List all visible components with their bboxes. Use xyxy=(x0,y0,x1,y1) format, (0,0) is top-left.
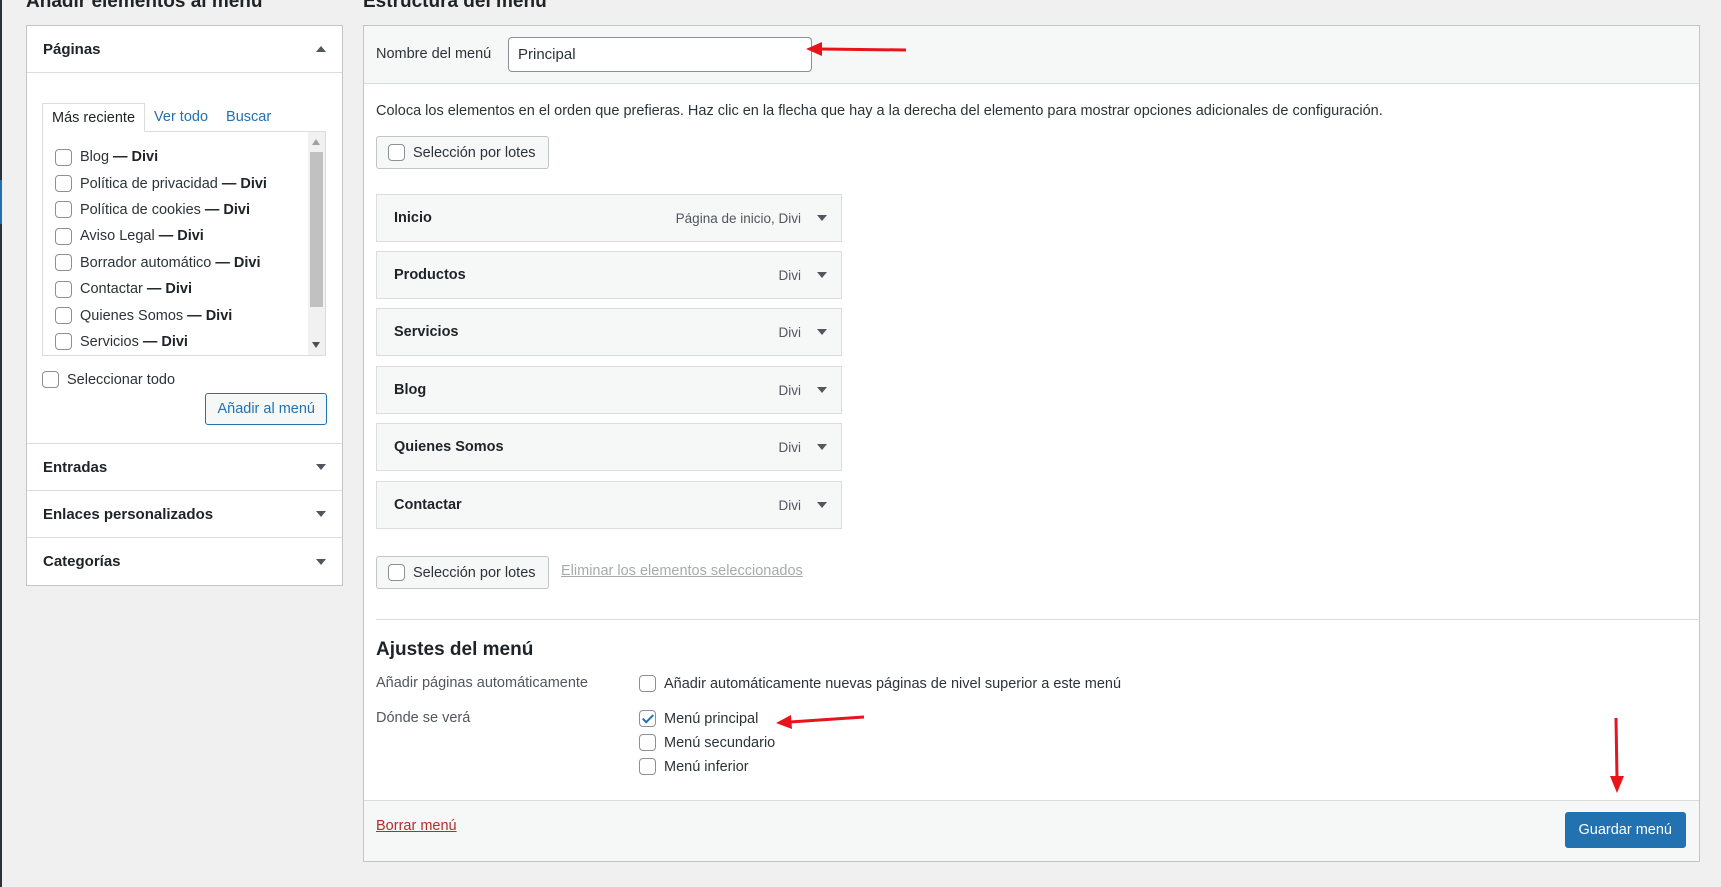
accordion-pages-body: Más reciente Ver todo Buscar Blog — Divi … xyxy=(27,73,342,444)
menu-name-bar: Nombre del menú Principal xyxy=(364,26,1699,84)
page-checkbox[interactable] xyxy=(55,227,72,245)
pages-scrollbar[interactable] xyxy=(308,132,325,355)
expand-arrow-icon[interactable] xyxy=(817,272,827,278)
menu-name-input[interactable]: Principal xyxy=(508,37,812,72)
tab-search[interactable]: Buscar xyxy=(217,103,280,132)
admin-sidebar-active-edge xyxy=(0,180,2,224)
menu-item-title: Servicios xyxy=(394,324,459,340)
divider xyxy=(376,619,1698,620)
menu-item-type: Divi xyxy=(778,440,802,455)
left-heading: Añadir elementos al menú xyxy=(26,0,263,12)
select-all-checkbox[interactable] xyxy=(42,371,59,388)
expand-arrow-icon[interactable] xyxy=(316,558,326,565)
list-item[interactable]: Aviso Legal — Divi xyxy=(55,223,267,249)
auto-add-label: Añadir páginas automáticamente xyxy=(376,675,588,691)
menu-structure-panel: Nombre del menú Principal Coloca los ele… xyxy=(363,25,1700,862)
page-checkbox[interactable] xyxy=(55,175,72,193)
menu-item[interactable]: Quienes Somos Divi xyxy=(376,423,842,471)
menu-item-type: Divi xyxy=(778,325,802,340)
menu-item-type: Divi xyxy=(778,268,802,283)
collapse-arrow-icon[interactable] xyxy=(316,46,326,52)
tab-view-all[interactable]: Ver todo xyxy=(145,103,217,132)
accordion-categories-header[interactable]: Categorías xyxy=(27,538,342,585)
page-checkbox[interactable] xyxy=(55,201,72,219)
delete-menu-link[interactable]: Borrar menú xyxy=(376,818,457,834)
list-item[interactable]: Borrador automático — Divi xyxy=(55,250,267,276)
page-checkbox[interactable] xyxy=(55,280,72,298)
location-primary[interactable]: Menú principal xyxy=(639,710,758,727)
location-secondary-checkbox[interactable] xyxy=(639,734,656,751)
menu-item-type: Página de inicio, Divi xyxy=(675,211,801,226)
menu-item[interactable]: Inicio Página de inicio, Divi xyxy=(376,194,842,242)
expand-arrow-icon[interactable] xyxy=(817,387,827,393)
menu-item-title: Blog xyxy=(394,382,427,398)
menu-item-title: Quienes Somos xyxy=(394,439,504,455)
expand-arrow-icon[interactable] xyxy=(817,502,827,508)
list-item[interactable]: Política de cookies — Divi xyxy=(55,197,267,223)
menu-name-label: Nombre del menú xyxy=(376,46,492,62)
accordion-posts-header[interactable]: Entradas xyxy=(27,444,342,491)
list-item[interactable]: Servicios — Divi xyxy=(55,329,267,355)
expand-arrow-icon[interactable] xyxy=(817,444,827,450)
page-checkbox[interactable] xyxy=(55,148,72,166)
menu-item-title: Contactar xyxy=(394,497,462,513)
tab-most-recent[interactable]: Más reciente xyxy=(42,103,146,132)
save-menu-button[interactable]: Guardar menú xyxy=(1564,812,1686,848)
auto-add-option[interactable]: Añadir automáticamente nuevas páginas de… xyxy=(639,675,1121,692)
expand-arrow-icon[interactable] xyxy=(817,329,827,335)
menu-item-type: Divi xyxy=(778,498,802,513)
pages-checklist: Blog — Divi Política de privacidad — Divi … xyxy=(55,144,267,355)
bulk-select-checkbox[interactable] xyxy=(388,564,405,581)
location-footer-checkbox[interactable] xyxy=(639,758,656,775)
menu-settings-title: Ajustes del menú xyxy=(376,639,534,660)
location-label: Dónde se verá xyxy=(376,710,471,726)
page-checkbox[interactable] xyxy=(55,254,72,272)
menu-item-title: Inicio xyxy=(394,210,432,226)
bulk-select-checkbox[interactable] xyxy=(388,144,405,161)
location-footer[interactable]: Menú inferior xyxy=(639,758,749,775)
select-all[interactable]: Seleccionar todo xyxy=(42,371,175,388)
menu-footer-bar: Borrar menú Guardar menú xyxy=(364,800,1699,861)
menu-item[interactable]: Productos Divi xyxy=(376,251,842,299)
location-primary-checkbox[interactable] xyxy=(639,710,656,727)
scroll-down-icon[interactable] xyxy=(312,342,320,348)
add-menu-items-panel: Páginas Más reciente Ver todo Buscar Blo… xyxy=(26,25,343,586)
accordion-pages-title: Páginas xyxy=(43,40,101,58)
list-item[interactable]: Quienes Somos — Divi xyxy=(55,302,267,328)
bulk-select-button[interactable]: Selección por lotes xyxy=(376,136,549,169)
accordion-pages-header[interactable]: Páginas xyxy=(27,26,342,73)
menu-item-type: Divi xyxy=(778,383,802,398)
menu-item[interactable]: Blog Divi xyxy=(376,366,842,414)
expand-arrow-icon[interactable] xyxy=(316,511,326,517)
auto-add-checkbox[interactable] xyxy=(639,675,656,692)
pages-tabs: Más reciente Ver todo Buscar xyxy=(42,103,280,132)
scroll-up-icon[interactable] xyxy=(312,139,320,145)
menu-item[interactable]: Servicios Divi xyxy=(376,308,842,356)
right-heading: Estructura del menú xyxy=(363,0,547,12)
add-to-menu-button[interactable]: Añadir al menú xyxy=(205,393,327,425)
menu-item-title: Productos xyxy=(394,267,466,283)
pages-list-panel: Blog — Divi Política de privacidad — Divi … xyxy=(42,131,326,356)
location-secondary[interactable]: Menú secundario xyxy=(639,734,775,751)
delete-selected-link[interactable]: Eliminar los elementos seleccionados xyxy=(561,563,803,579)
list-item[interactable]: Blog — Divi xyxy=(55,144,267,170)
list-item[interactable]: Contactar — Divi xyxy=(55,276,267,302)
list-item[interactable]: Política de privacidad — Divi xyxy=(55,170,267,196)
expand-arrow-icon[interactable] xyxy=(817,215,827,221)
accordion-custom-links-header[interactable]: Enlaces personalizados xyxy=(27,491,342,538)
page-checkbox[interactable] xyxy=(55,307,72,325)
expand-arrow-icon[interactable] xyxy=(316,464,326,470)
menu-item[interactable]: Contactar Divi xyxy=(376,481,842,529)
admin-sidebar-edge xyxy=(0,0,2,887)
menu-instructions: Coloca los elementos en el orden que pre… xyxy=(376,103,1383,119)
page-checkbox[interactable] xyxy=(55,333,72,351)
bulk-select-button-bottom[interactable]: Selección por lotes xyxy=(376,556,549,589)
scroll-thumb[interactable] xyxy=(310,152,323,307)
